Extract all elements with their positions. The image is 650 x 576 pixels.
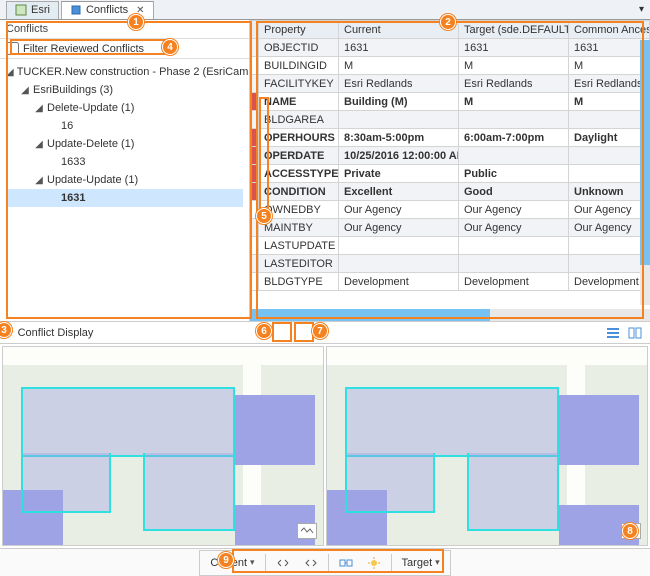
tab-label: Esri xyxy=(31,4,50,16)
filter-checkbox[interactable] xyxy=(6,42,19,55)
col-property[interactable]: Property xyxy=(259,21,339,39)
callout-8: 8 xyxy=(622,523,638,539)
table-row[interactable]: ACCESSTYPEPrivatePublic xyxy=(251,165,650,183)
conflicts-tree-panel: Conflicts Filter Reviewed Conflicts ◢ TU… xyxy=(0,20,250,321)
tree-node[interactable]: ◢ Delete-Update (1) xyxy=(6,99,243,117)
filter-label: Filter Reviewed Conflicts xyxy=(23,43,144,55)
map-current[interactable] xyxy=(2,346,324,546)
table-row[interactable]: BLDGTYPEDevelopmentDevelopmentDevelopmen… xyxy=(251,273,650,291)
callout-5: 5 xyxy=(256,208,272,224)
callout-9: 9 xyxy=(218,552,234,568)
expand-icon[interactable]: ◢ xyxy=(34,139,44,150)
callout-1: 1 xyxy=(128,14,144,30)
map-icon xyxy=(15,4,27,16)
section-title: Conflict Display xyxy=(18,327,94,339)
display-toolbar: Current ▾ Target ▾ xyxy=(0,548,650,576)
table-row[interactable]: OPERDATE10/25/2016 12:00:00 AM xyxy=(251,147,650,165)
tab-menu-button[interactable]: ▾ xyxy=(639,4,644,15)
conflicts-icon xyxy=(70,4,82,16)
table-row[interactable]: OBJECTID163116311631 xyxy=(251,39,650,57)
expand-icon[interactable]: ◢ xyxy=(34,175,44,186)
chevron-down-icon: ▾ xyxy=(435,557,440,568)
tree-leaf[interactable]: 16 xyxy=(6,117,243,135)
col-ancestor[interactable]: Common Ancestor xyxy=(569,21,650,39)
table-row[interactable]: CONDITIONExcellentGoodUnknown xyxy=(251,183,650,201)
target-dropdown[interactable]: Target ▾ xyxy=(396,554,446,572)
chevron-down-icon: ▾ xyxy=(250,557,255,568)
horizontal-scrollbar[interactable] xyxy=(250,309,650,321)
attribute-grid-panel: Property Current Target (sde.DEFAULT) Co… xyxy=(250,20,650,321)
col-target[interactable]: Target (sde.DEFAULT) xyxy=(459,21,569,39)
table-row[interactable]: BUILDINGIDMMM xyxy=(251,57,650,75)
table-row[interactable]: BLDGAREA xyxy=(251,111,650,129)
callout-2: 2 xyxy=(440,14,456,30)
zoom-in-button[interactable] xyxy=(270,553,296,573)
callout-6: 6 xyxy=(256,323,272,339)
zoom-out-button[interactable] xyxy=(298,553,324,573)
tree-node[interactable]: ◢ Update-Update (1) xyxy=(6,171,243,189)
attribute-grid: Property Current Target (sde.DEFAULT) Co… xyxy=(250,20,650,291)
filter-row: Filter Reviewed Conflicts xyxy=(0,39,249,59)
table-row[interactable]: MAINTBYOur AgencyOur AgencyOur Agency xyxy=(251,219,650,237)
link-views-button[interactable] xyxy=(333,553,359,573)
tree: ◢ TUCKER.New construction - Phase 2 (Esr… xyxy=(0,59,249,321)
tree-root[interactable]: ◢ TUCKER.New construction - Phase 2 (Esr… xyxy=(6,63,243,81)
map-compare-container xyxy=(0,344,650,548)
callout-7: 7 xyxy=(312,323,328,339)
table-row[interactable]: LASTUPDATE xyxy=(251,237,650,255)
table-row[interactable]: OPERHOURS8:30am-5:00pm6:00am-7:00pmDayli… xyxy=(251,129,650,147)
list-view-button[interactable] xyxy=(604,324,622,342)
tree-group[interactable]: ◢ EsriBuildings (3) xyxy=(6,81,243,99)
navigator-icon[interactable] xyxy=(297,523,317,539)
expand-icon[interactable]: ◢ xyxy=(34,103,44,114)
table-row[interactable]: LASTEDITOR xyxy=(251,255,650,273)
tab-label: Conflicts xyxy=(86,4,128,16)
tab-esri[interactable]: Esri xyxy=(6,1,59,19)
vertical-scrollbar[interactable] xyxy=(640,40,650,305)
tab-strip: Esri Conflicts ✕ ▾ xyxy=(0,0,650,20)
expand-icon[interactable]: ◢ xyxy=(6,67,14,78)
flash-button[interactable] xyxy=(361,553,387,573)
panel-title: Conflicts xyxy=(0,20,249,39)
expand-icon[interactable]: ◢ xyxy=(20,85,30,96)
map-target[interactable] xyxy=(326,346,648,546)
side-by-side-button[interactable] xyxy=(626,324,644,342)
table-row[interactable]: FACILITYKEYEsri RedlandsEsri RedlandsEsr… xyxy=(251,75,650,93)
tree-leaf-selected[interactable]: 1631 xyxy=(6,189,243,207)
tree-node[interactable]: ◢ Update-Delete (1) xyxy=(6,135,243,153)
tree-leaf[interactable]: 1633 xyxy=(6,153,243,171)
table-row[interactable]: OWNEDBYOur AgencyOur AgencyOur Agency xyxy=(251,201,650,219)
callout-4: 4 xyxy=(162,39,178,55)
table-row[interactable]: NAMEBuilding (M)MM xyxy=(251,93,650,111)
